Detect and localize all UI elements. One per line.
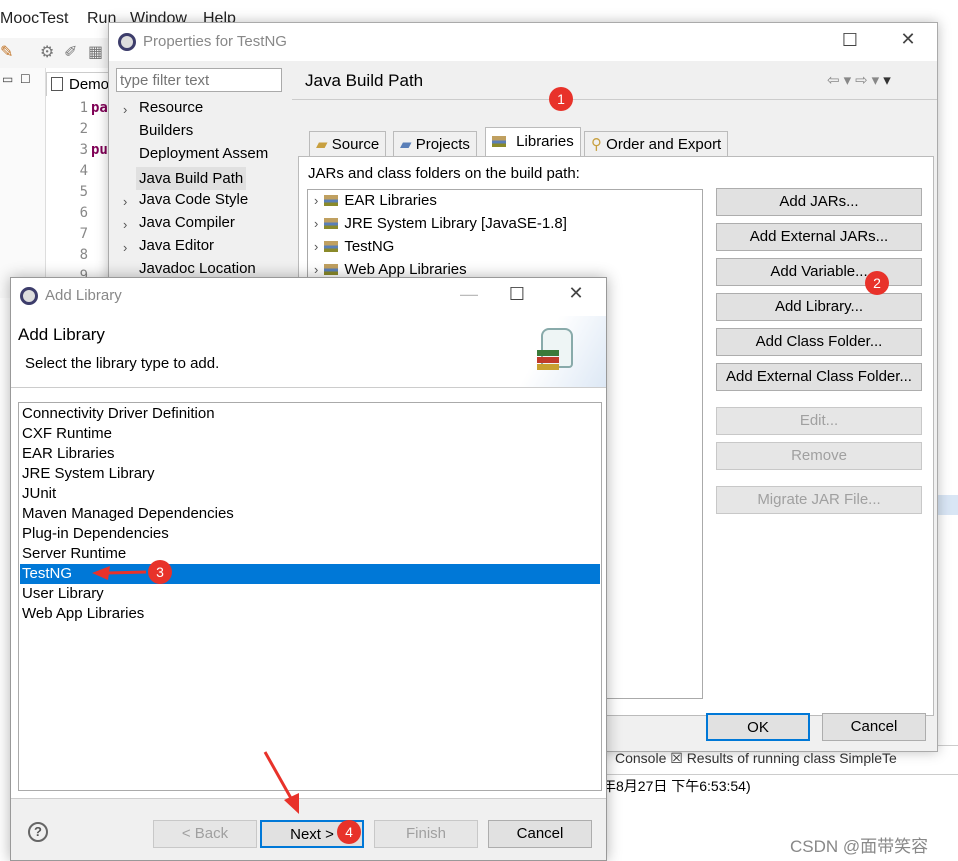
annotation-badge: 2	[865, 271, 889, 295]
watermark: CSDN @面带笑容	[790, 837, 929, 856]
arrow-to-testng	[92, 566, 147, 580]
annotation-arrows	[92, 566, 299, 814]
annotation-badge: 1	[549, 87, 573, 111]
annotation-badge: 3	[148, 560, 172, 584]
arrow-to-next	[263, 751, 299, 814]
annotation-badge: 4	[337, 820, 361, 844]
